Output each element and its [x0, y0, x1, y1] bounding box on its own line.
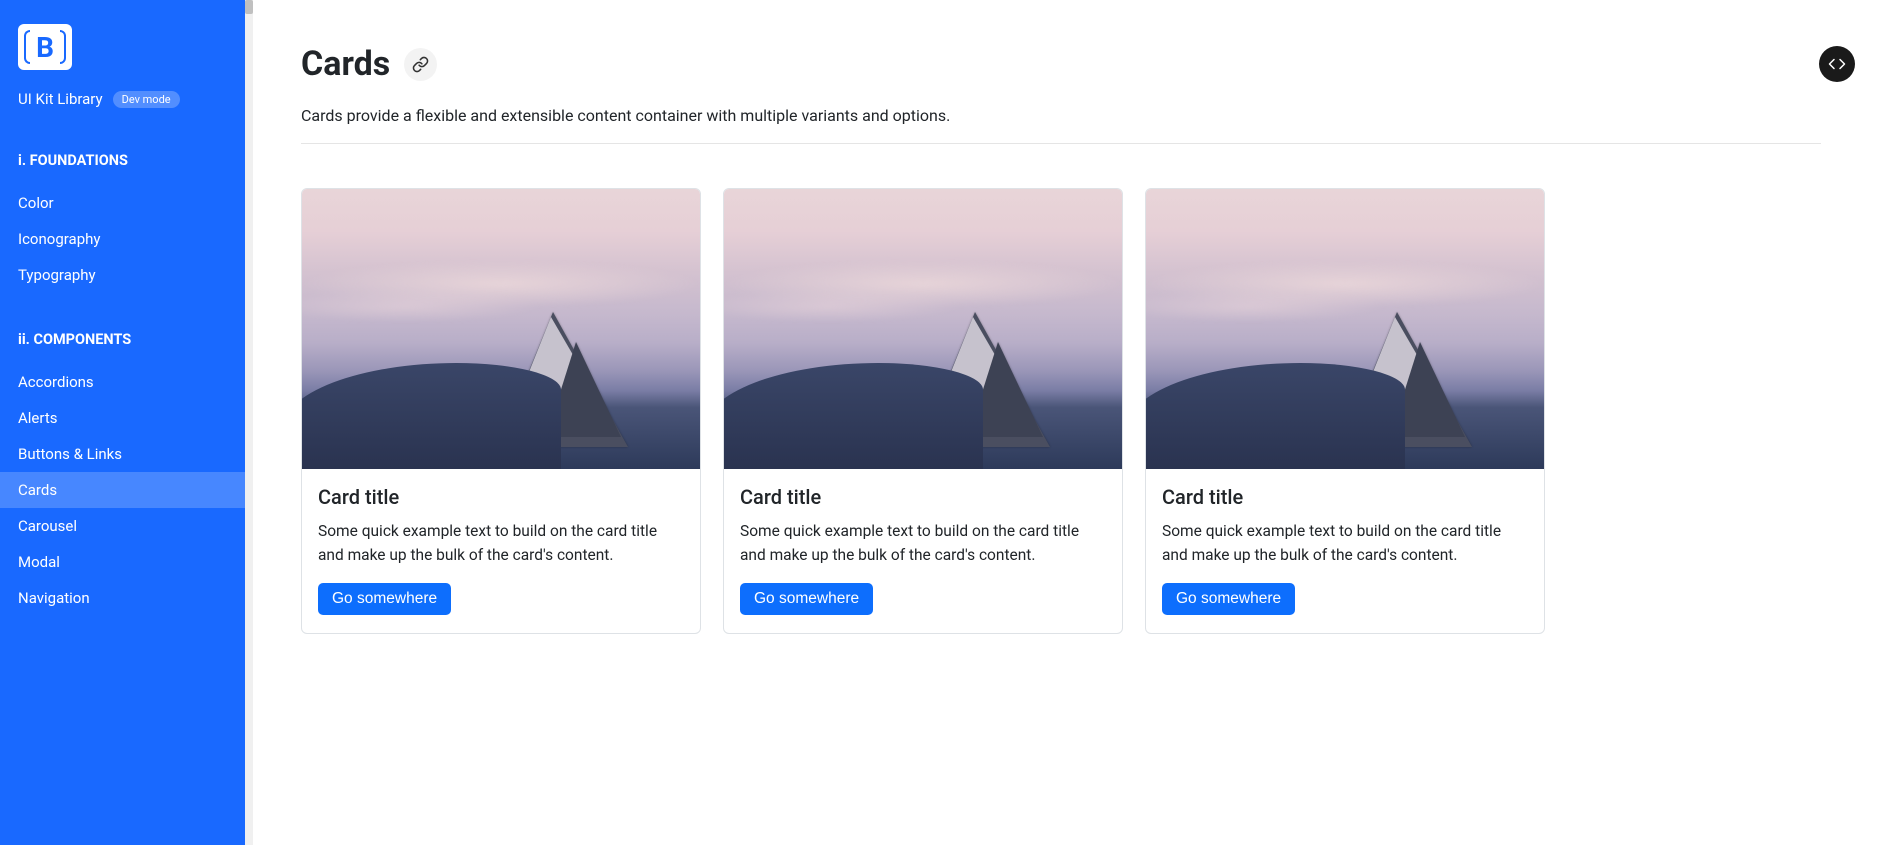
- card-body: Card title Some quick example text to bu…: [302, 469, 700, 633]
- cards-grid: Card title Some quick example text to bu…: [301, 188, 1821, 634]
- card-action-button[interactable]: Go somewhere: [318, 583, 451, 615]
- sidebar-item-typography[interactable]: Typography: [0, 257, 245, 293]
- sidebar-item-buttons-links[interactable]: Buttons & Links: [0, 436, 245, 472]
- nav-section-title: i. FOUNDATIONS: [0, 142, 245, 179]
- card: Card title Some quick example text to bu…: [1145, 188, 1545, 634]
- hill-graphic: [1146, 363, 1405, 469]
- card-title: Card title: [740, 485, 1106, 509]
- sidebar-item-navigation[interactable]: Navigation: [0, 580, 245, 616]
- sidebar-item-alerts[interactable]: Alerts: [0, 400, 245, 436]
- sidebar-item-accordions[interactable]: Accordions: [0, 364, 245, 400]
- library-label-row: UI Kit Library Dev mode: [0, 90, 245, 108]
- nav-section-components: ii. COMPONENTS Accordions Alerts Buttons…: [0, 321, 245, 616]
- card: Card title Some quick example text to bu…: [723, 188, 1123, 634]
- page-title: Cards: [301, 44, 390, 84]
- sidebar-item-color[interactable]: Color: [0, 185, 245, 221]
- library-name: UI Kit Library: [18, 90, 103, 108]
- anchor-link-button[interactable]: [404, 48, 437, 81]
- card-image: [302, 189, 700, 469]
- card-action-button[interactable]: Go somewhere: [1162, 583, 1295, 615]
- nav-section-foundations: i. FOUNDATIONS Color Iconography Typogra…: [0, 142, 245, 293]
- link-icon: [412, 56, 429, 73]
- section-divider: [301, 143, 1821, 144]
- brand-logo[interactable]: B: [18, 24, 72, 70]
- card-body: Card title Some quick example text to bu…: [724, 469, 1122, 633]
- card-image: [724, 189, 1122, 469]
- code-toggle-button[interactable]: [1819, 46, 1855, 82]
- logo-letter: B: [36, 31, 54, 64]
- card-title: Card title: [318, 485, 684, 509]
- code-icon: [1828, 55, 1846, 73]
- card-action-button[interactable]: Go somewhere: [740, 583, 873, 615]
- card-body: Card title Some quick example text to bu…: [1146, 469, 1544, 633]
- sidebar: B UI Kit Library Dev mode i. FOUNDATIONS…: [0, 0, 245, 845]
- card-title: Card title: [1162, 485, 1528, 509]
- hill-graphic: [302, 363, 561, 469]
- sidebar-item-carousel[interactable]: Carousel: [0, 508, 245, 544]
- page-header: Cards: [301, 44, 1821, 84]
- card-text: Some quick example text to build on the …: [318, 519, 684, 567]
- card: Card title Some quick example text to bu…: [301, 188, 701, 634]
- card-text: Some quick example text to build on the …: [740, 519, 1106, 567]
- nav-section-title: ii. COMPONENTS: [0, 321, 245, 358]
- main-content: Cards Cards provide a flexible and exten…: [245, 0, 1877, 845]
- card-text: Some quick example text to build on the …: [1162, 519, 1528, 567]
- sidebar-item-modal[interactable]: Modal: [0, 544, 245, 580]
- sidebar-item-cards[interactable]: Cards: [0, 472, 245, 508]
- sidebar-item-iconography[interactable]: Iconography: [0, 221, 245, 257]
- dev-mode-badge: Dev mode: [113, 91, 180, 108]
- logo-section: B: [0, 24, 245, 90]
- card-image: [1146, 189, 1544, 469]
- page-description: Cards provide a flexible and extensible …: [301, 106, 1821, 125]
- hill-graphic: [724, 363, 983, 469]
